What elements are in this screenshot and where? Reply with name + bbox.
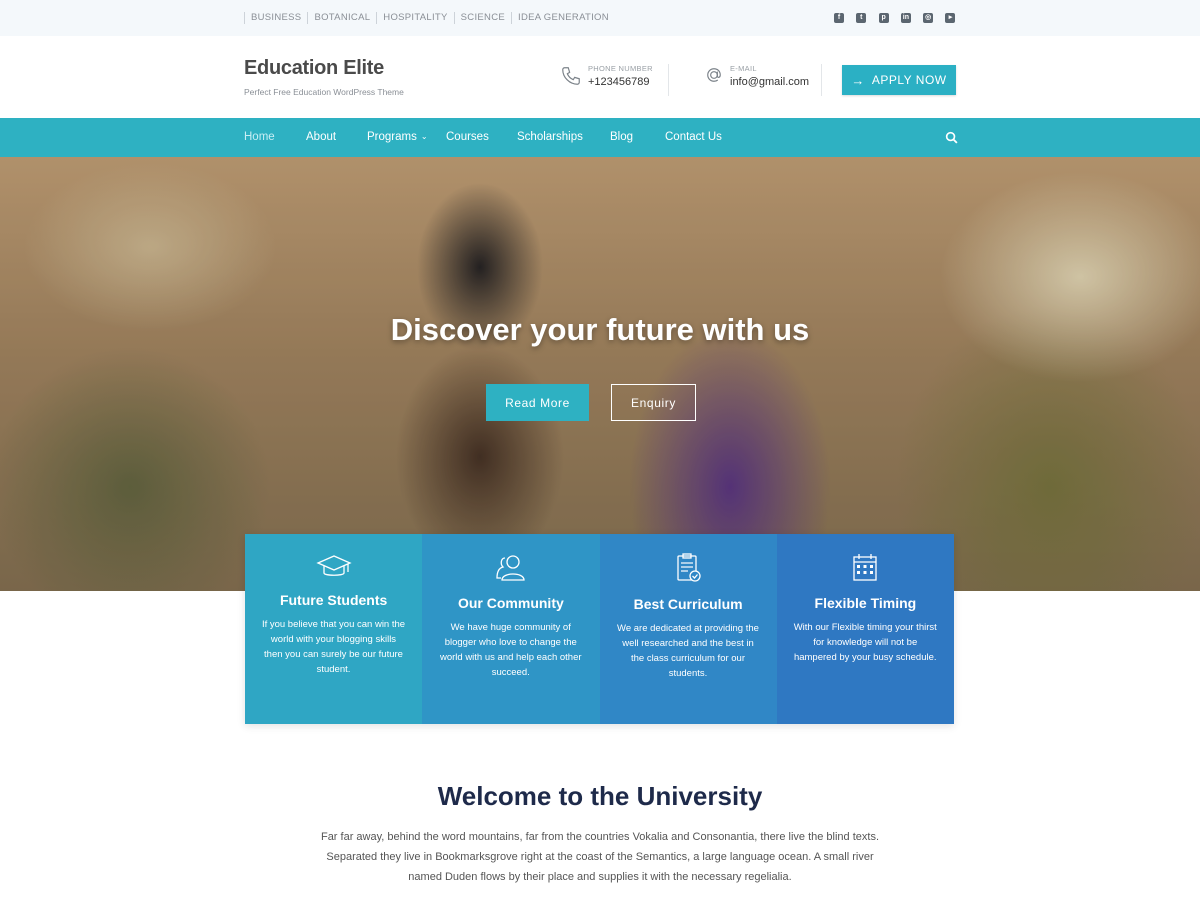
feature-title: Flexible Timing bbox=[814, 595, 917, 611]
pinterest-icon[interactable]: p bbox=[878, 13, 889, 23]
at-icon bbox=[707, 68, 721, 82]
search-icon[interactable] bbox=[945, 131, 958, 144]
category-link-business[interactable]: BUSINESS bbox=[244, 12, 307, 24]
main-navigation: Home About Programs ⌄ Courses Scholarship… bbox=[0, 118, 1200, 157]
phone-number[interactable]: +123456789 bbox=[588, 76, 649, 88]
email-address[interactable]: info@gmail.com bbox=[730, 76, 809, 88]
nav-item-courses[interactable]: Courses bbox=[446, 131, 489, 143]
top-bar: BUSINESS BOTANICAL HOSPITALITY SCIENCE I… bbox=[0, 0, 1200, 36]
category-link-hospitality[interactable]: HOSPITALITY bbox=[376, 12, 453, 24]
divider bbox=[821, 64, 822, 96]
apply-now-button[interactable]: → APPLY NOW bbox=[842, 65, 956, 95]
users-icon bbox=[496, 555, 525, 581]
feature-description: If you believe that you can win the worl… bbox=[261, 619, 406, 675]
phone-icon bbox=[562, 67, 580, 85]
nav-item-programs-label: Programs bbox=[367, 131, 417, 143]
category-link-science[interactable]: SCIENCE bbox=[453, 12, 511, 24]
feature-description: We are dedicated at providing the well r… bbox=[617, 623, 759, 679]
arrow-right-icon: → bbox=[851, 72, 865, 88]
twitter-icon[interactable]: t bbox=[856, 13, 867, 23]
calendar-icon bbox=[853, 554, 878, 581]
site-title[interactable]: Education Elite bbox=[244, 57, 384, 80]
linkedin-icon[interactable]: in bbox=[900, 13, 911, 23]
divider bbox=[668, 64, 669, 96]
hero-heading: Discover your future with us bbox=[390, 312, 810, 347]
phone-label: PHONE NUMBER bbox=[588, 64, 653, 73]
hero-banner: Discover your future with us Read More E… bbox=[0, 157, 1200, 591]
feature-title: Future Students bbox=[279, 592, 388, 608]
site-header: Education Elite Perfect Free Education W… bbox=[0, 36, 1200, 118]
youtube-icon[interactable]: ▸ bbox=[945, 13, 956, 23]
apply-now-label: APPLY NOW bbox=[871, 73, 947, 87]
instagram-icon[interactable]: ◎ bbox=[923, 13, 934, 23]
clipboard-check-icon bbox=[677, 553, 701, 582]
nav-item-programs[interactable]: Programs ⌄ bbox=[367, 131, 428, 143]
feature-description: We have huge community of blogger who lo… bbox=[439, 622, 582, 678]
nav-item-contact-us[interactable]: Contact Us bbox=[665, 131, 722, 143]
nav-item-home[interactable]: Home bbox=[244, 131, 275, 143]
category-link-idea-generation[interactable]: IDEA GENERATION bbox=[511, 12, 615, 24]
welcome-heading: Welcome to the University bbox=[437, 781, 763, 811]
nav-item-blog[interactable]: Blog bbox=[610, 131, 633, 143]
chevron-down-icon: ⌄ bbox=[420, 132, 428, 141]
feature-title: Best Curriculum bbox=[633, 596, 743, 612]
nav-item-about[interactable]: About bbox=[306, 131, 336, 143]
welcome-paragraph: Far far away, behind the word mountains,… bbox=[320, 831, 880, 883]
feature-box-best-curriculum: Best Curriculum We are dedicated at prov… bbox=[599, 534, 777, 724]
feature-box-our-community: Our Community We have huge community of … bbox=[422, 534, 600, 724]
read-more-button[interactable]: Read More bbox=[486, 384, 589, 421]
feature-description: With our Flexible timing your thirst for… bbox=[793, 622, 937, 663]
social-links: f t p in ◎ ▸ bbox=[834, 13, 968, 23]
feature-boxes: Future Students If you believe that you … bbox=[245, 534, 954, 724]
enquiry-button[interactable]: Enquiry bbox=[611, 384, 696, 421]
graduation-cap-icon bbox=[316, 555, 352, 576]
hero-photo bbox=[0, 157, 1200, 591]
feature-box-flexible-timing: Flexible Timing With our Flexible timing… bbox=[776, 534, 954, 724]
nav-item-scholarships[interactable]: Scholarships bbox=[517, 131, 583, 143]
site-tagline: Perfect Free Education WordPress Theme bbox=[244, 87, 404, 97]
category-links: BUSINESS BOTANICAL HOSPITALITY SCIENCE I… bbox=[244, 12, 615, 24]
email-label: E-MAIL bbox=[730, 64, 757, 73]
category-link-botanical[interactable]: BOTANICAL bbox=[307, 12, 376, 24]
feature-box-future-students: Future Students If you believe that you … bbox=[245, 534, 423, 724]
feature-title: Our Community bbox=[457, 595, 564, 611]
facebook-icon[interactable]: f bbox=[834, 13, 844, 23]
